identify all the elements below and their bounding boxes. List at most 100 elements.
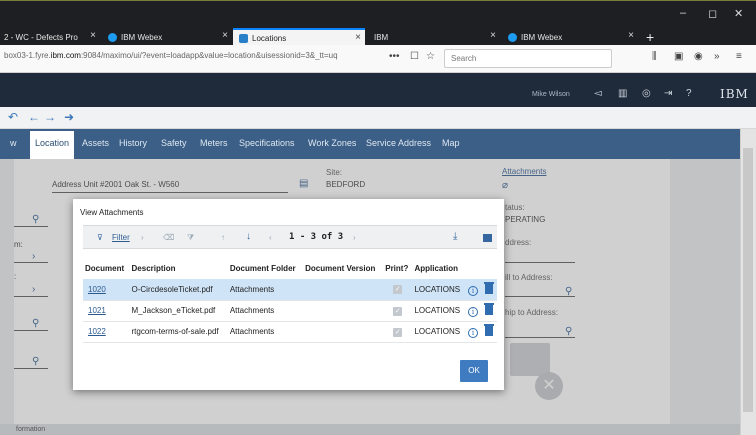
app-tab-bar: w Location Assets History Safety Meters … xyxy=(0,129,740,159)
url-prefix: box03-1.fyre. xyxy=(4,51,51,60)
folder-cell: Attachments xyxy=(227,321,304,343)
sign-out-icon[interactable]: ⇥ xyxy=(664,88,672,99)
undo-icon[interactable]: ↶ xyxy=(8,110,18,124)
info-icon[interactable]: i xyxy=(468,285,479,296)
browser-tab[interactable]: IBM Webex × xyxy=(104,28,232,46)
filter-icon[interactable]: ⊽ xyxy=(97,233,103,242)
description-cell[interactable]: M_Jackson_eTicket.pdf xyxy=(129,300,228,322)
url-suffix: :9084/maximo/ui/?event=loadapp&value=loc… xyxy=(80,51,338,60)
close-window-icon[interactable]: ✕ xyxy=(734,7,743,20)
column-header-version[interactable]: Document Version xyxy=(303,257,383,279)
browser-tab[interactable]: 2 - WC - Defects Pro × xyxy=(0,28,100,46)
version-cell xyxy=(303,300,384,322)
page-actions-icon[interactable]: ••• xyxy=(389,51,400,62)
sidebar-icon[interactable]: ▣ xyxy=(674,51,683,62)
tab-assets[interactable]: Assets xyxy=(82,138,109,148)
dialog-title: View Attachments xyxy=(80,208,144,217)
help-center-icon[interactable]: ◎ xyxy=(642,88,651,99)
sort-down-icon[interactable]: ↓ xyxy=(246,231,251,242)
attachments-table: Document Description Document Folder Doc… xyxy=(83,257,497,343)
column-header-description[interactable]: Description xyxy=(130,257,228,279)
table-row[interactable]: 1021 M_Jackson_eTicket.pdf Attachments ✓… xyxy=(83,300,497,322)
reports-icon[interactable]: ▥ xyxy=(618,88,627,99)
folder-cell: Attachments xyxy=(227,300,304,322)
app-toolbar: ↶ ← → ➜ xyxy=(0,107,756,129)
delete-icon[interactable] xyxy=(483,324,494,336)
application-cell: LOCATIONS xyxy=(412,321,467,343)
bulletin-icon[interactable]: ◅ xyxy=(594,88,602,99)
tab-specifications[interactable]: Specifications xyxy=(239,138,295,148)
minimize-icon[interactable]: – xyxy=(680,7,686,19)
tab-history[interactable]: History xyxy=(119,138,147,148)
close-tab-icon[interactable]: × xyxy=(222,30,228,41)
chevron-right-icon: › xyxy=(141,233,144,242)
tab-meters[interactable]: Meters xyxy=(200,138,228,148)
scrollbar-thumb[interactable] xyxy=(743,148,753,412)
table-view-icon[interactable] xyxy=(483,234,492,242)
table-row[interactable]: 1022 rtgcom-terms-of-sale.pdf Attachment… xyxy=(83,321,497,343)
tab-work-zones[interactable]: Work Zones xyxy=(308,138,356,148)
delete-icon[interactable] xyxy=(483,281,494,294)
folder-cell: Attachments xyxy=(227,279,304,301)
overflow-icon[interactable]: » xyxy=(714,51,720,62)
filter-funnel-icon: ⧩ xyxy=(187,233,195,242)
new-tab-button[interactable]: + xyxy=(646,29,654,45)
sort-up-icon: ↑ xyxy=(221,233,225,242)
document-link[interactable]: 1022 xyxy=(83,321,130,343)
webex-favicon-icon xyxy=(108,32,117,42)
tab-label: IBM Webex xyxy=(521,32,563,42)
previous-icon[interactable]: ← xyxy=(28,110,40,124)
tab-location[interactable]: Location xyxy=(30,131,75,159)
tab-map[interactable]: Map xyxy=(442,138,460,148)
extension-icon[interactable]: ◉ xyxy=(694,51,703,62)
close-tab-icon[interactable]: × xyxy=(490,30,496,41)
browser-tab[interactable]: IBM × xyxy=(370,28,500,46)
hamburger-menu-icon[interactable]: ≡ xyxy=(736,51,742,62)
close-tab-icon[interactable]: × xyxy=(628,30,634,41)
info-icon[interactable]: i xyxy=(468,307,479,317)
tab-label: IBM xyxy=(374,32,389,42)
description-cell[interactable]: O-CircdesoleTicket.pdf xyxy=(129,279,228,301)
pagination-count: 1 - 3 of 3 xyxy=(289,232,344,242)
column-header-print[interactable]: Print? xyxy=(383,257,412,279)
ok-button[interactable]: OK xyxy=(460,360,488,382)
help-icon[interactable]: ? xyxy=(686,88,692,99)
document-link[interactable]: 1021 xyxy=(83,300,130,322)
description-cell[interactable]: rtgcom-terms-of-sale.pdf xyxy=(129,321,228,343)
column-header-document[interactable]: Document xyxy=(83,257,130,279)
info-icon[interactable]: i xyxy=(468,328,479,338)
tab-service-address[interactable]: Service Address xyxy=(366,138,431,148)
maximize-icon[interactable]: ◻ xyxy=(708,7,717,20)
library-icon[interactable]: ⫼ xyxy=(652,51,657,62)
column-header-actions xyxy=(466,257,497,279)
next-icon[interactable]: → xyxy=(44,110,56,124)
bookmark-star-icon[interactable]: ☆ xyxy=(426,51,435,62)
close-tab-icon[interactable]: × xyxy=(90,30,96,41)
browser-nav-bar: box03-1.fyre.ibm.com:9084/maximo/ui/?eve… xyxy=(0,45,756,73)
table-row[interactable]: 1020 O-CircdesoleTicket.pdf Attachments … xyxy=(83,279,497,301)
forward-arrow-icon[interactable]: ➜ xyxy=(64,110,74,124)
url-bar[interactable]: box03-1.fyre.ibm.com:9084/maximo/ui/?eve… xyxy=(4,51,338,60)
delete-icon[interactable] xyxy=(483,303,494,315)
tab-list-view[interactable]: w xyxy=(10,138,17,148)
column-header-folder[interactable]: Document Folder xyxy=(228,257,303,279)
download-icon[interactable]: ⤓ xyxy=(453,231,457,242)
user-name: Mike Wilson xyxy=(532,91,570,98)
document-link[interactable]: 1020 xyxy=(83,279,130,301)
pocket-icon[interactable]: ☐ xyxy=(410,51,419,62)
print-cell: ✓ xyxy=(383,300,413,322)
filter-link[interactable]: Filter xyxy=(112,233,130,242)
browser-tab-active[interactable]: Locations × xyxy=(233,28,365,46)
print-checkbox: ✓ xyxy=(393,306,403,316)
close-tab-icon[interactable]: × xyxy=(355,32,361,43)
table-header-row: Document Description Document Folder Doc… xyxy=(83,257,497,279)
browser-tab-bar: 2 - WC - Defects Pro × IBM Webex × Locat… xyxy=(0,0,756,46)
table-toolbar: ⊽ Filter › ⌫ ⧩ ↑ ↓ ‹ 1 - 3 of 3 › ⤓ xyxy=(83,225,497,249)
tab-label: Locations xyxy=(252,33,287,43)
column-header-application[interactable]: Application xyxy=(412,257,466,279)
browser-tab[interactable]: IBM Webex × xyxy=(504,28,638,46)
search-input[interactable]: Search xyxy=(444,49,612,68)
maximo-favicon-icon xyxy=(239,33,248,43)
url-domain: ibm.com xyxy=(50,51,81,60)
tab-safety[interactable]: Safety xyxy=(161,138,187,148)
